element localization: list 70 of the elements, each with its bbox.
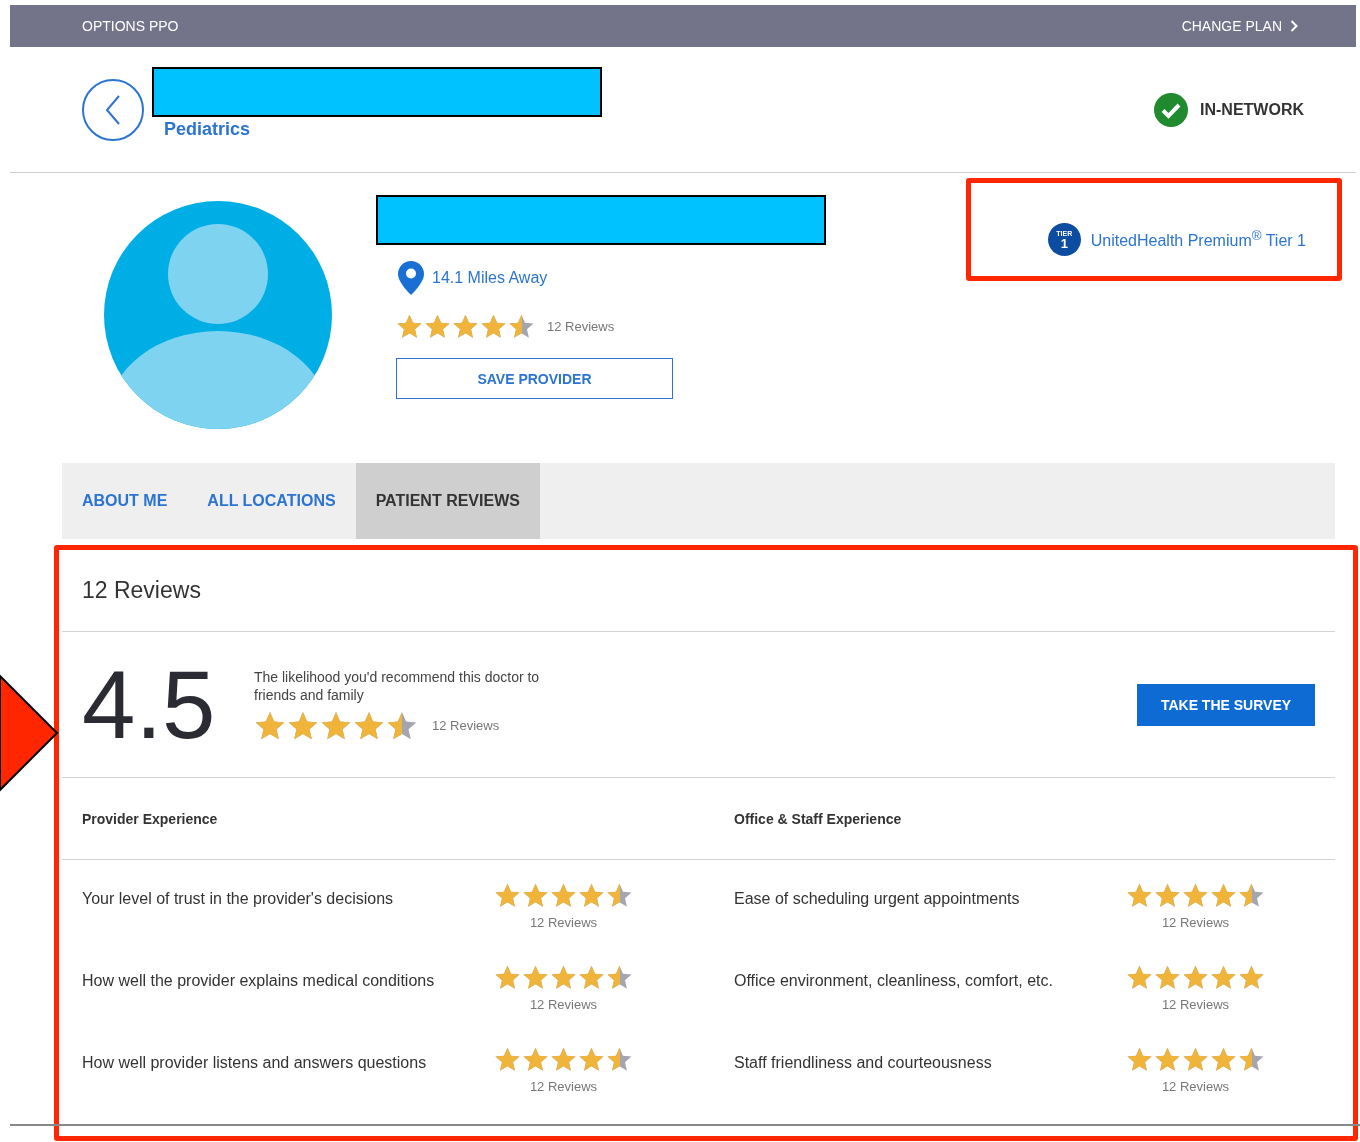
star-icon xyxy=(396,313,423,340)
pointer-arrow-icon xyxy=(0,674,60,794)
question-label: Ease of scheduling urgent appointments xyxy=(734,889,1021,909)
back-chevron-icon xyxy=(103,93,123,126)
star-icon xyxy=(578,882,605,909)
star-icon xyxy=(550,964,577,991)
question-label: Your level of trust in the provider's decisions xyxy=(82,889,395,909)
star-icon xyxy=(1210,1046,1237,1073)
save-provider-button[interactable]: SAVE PROVIDER xyxy=(396,358,673,399)
tab[interactable]: ALL LOCATIONS xyxy=(187,463,356,539)
star-icon xyxy=(550,1046,577,1073)
check-icon xyxy=(1154,92,1188,127)
star-icon xyxy=(578,1046,605,1073)
star-icon xyxy=(1210,882,1237,909)
star-icon xyxy=(522,882,549,909)
review-count: 12 Reviews xyxy=(547,319,615,334)
star-icon xyxy=(550,882,577,909)
star-icon xyxy=(424,313,451,340)
specialty-label: Pediatrics xyxy=(164,119,252,140)
take-survey-button[interactable]: TAKE THE SURVEY xyxy=(1137,683,1315,726)
star-icon xyxy=(1182,882,1209,909)
star-icon xyxy=(606,964,633,991)
star-icon xyxy=(1182,1046,1209,1073)
star-icon xyxy=(522,964,549,991)
section-heading: Office & Staff Experience xyxy=(734,810,902,827)
review-count: 12 Reviews xyxy=(1161,915,1230,930)
star-icon xyxy=(1210,964,1237,991)
review-count: 12 Reviews xyxy=(529,1079,598,1094)
plan-name: OPTIONS PPO xyxy=(82,18,179,34)
network-status: IN-NETWORK xyxy=(1200,100,1304,119)
star-icon xyxy=(578,964,605,991)
star-icon xyxy=(1154,882,1181,909)
change-plan-link[interactable]: CHANGE PLAN xyxy=(1181,18,1298,34)
question-label: How well the provider explains medical conditions xyxy=(82,971,436,991)
review-count: 12 Reviews xyxy=(1161,1079,1230,1094)
star-icon xyxy=(494,964,521,991)
review-count: 12 Reviews xyxy=(529,997,598,1012)
tab[interactable]: PATIENT REVIEWS xyxy=(355,463,540,539)
star-icon xyxy=(508,313,535,340)
review-count: 12 Reviews xyxy=(432,718,500,733)
reviews-title: 12 Reviews xyxy=(82,577,201,603)
chevron-icon xyxy=(1290,20,1298,32)
tab[interactable]: ABOUT ME xyxy=(62,463,188,539)
score-question: The likelihood you'd recommend this doctor to friends and family xyxy=(254,667,541,704)
star-icon xyxy=(522,1046,549,1073)
question-label: Staff friendliness and courteousness xyxy=(734,1053,993,1073)
overall-score: 4.5 xyxy=(82,656,217,753)
location-pin-icon xyxy=(398,261,424,295)
tier-program: UnitedHealth Premium$^{®}$ Tier 1 xyxy=(1090,228,1306,251)
star-icon xyxy=(494,1046,521,1073)
question-label: Office environment, cleanliness, comfort, etc. xyxy=(734,971,1054,991)
distance-text: 14.1 Miles Away xyxy=(432,269,548,287)
star-icon xyxy=(1182,964,1209,991)
star-icon xyxy=(1126,964,1153,991)
star-icon xyxy=(494,882,521,909)
star-icon xyxy=(606,1046,633,1073)
star-icon xyxy=(1126,1046,1153,1073)
question-label: How well provider listens and answers questions xyxy=(82,1053,428,1073)
review-count: 12 Reviews xyxy=(1161,997,1230,1012)
star-icon xyxy=(1154,964,1181,991)
star-icon xyxy=(452,313,479,340)
star-icon xyxy=(1238,964,1265,991)
star-icon xyxy=(1126,882,1153,909)
section-heading: Provider Experience xyxy=(82,810,218,827)
star-icon xyxy=(480,313,507,340)
star-icon xyxy=(606,882,633,909)
star-icon xyxy=(1238,882,1265,909)
review-count: 12 Reviews xyxy=(529,915,598,930)
star-icon xyxy=(1154,1046,1181,1073)
star-icon xyxy=(1238,1046,1265,1073)
